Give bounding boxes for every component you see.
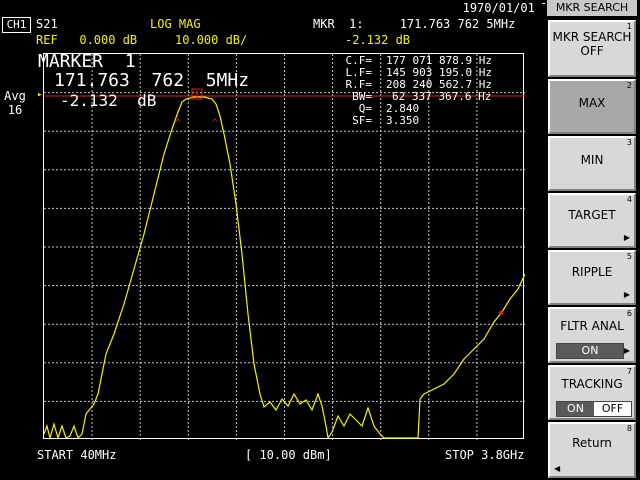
tracking-button[interactable]: 7 TRACKING ON OFF <box>548 365 636 420</box>
key-number: 4 <box>626 195 632 204</box>
key-number: 2 <box>626 81 632 90</box>
s-parameter-label: S21 <box>36 17 58 31</box>
svg-text:1: 1 <box>194 91 199 101</box>
filter-analysis-table: C.F= 177 071 878.9 Hz L.F= 145 903 195.0 H… <box>330 55 492 127</box>
return-button[interactable]: 8 Return ◀ <box>548 422 636 478</box>
mkr-search-off-button[interactable]: 1 MKR SEARCH OFF <box>548 20 636 77</box>
marker-box-value: -2.132 dB <box>60 91 157 110</box>
key-number: 7 <box>626 367 632 376</box>
key-label: TRACKING <box>561 377 623 391</box>
submenu-arrow-icon: ▶ <box>623 233 630 242</box>
toggle-off-option[interactable]: OFF <box>594 402 631 416</box>
start-frequency[interactable]: START 40MHz <box>37 447 116 463</box>
right-bw-marker-icon: ^ <box>212 118 218 129</box>
marker-value-readout: -2.132 dB <box>345 33 411 47</box>
key-number: 1 <box>626 22 632 31</box>
key-label: FLTR ANAL <box>560 319 624 333</box>
channel-indicator[interactable]: CH1 <box>2 17 31 33</box>
marker-header-readout: MKR 1: 171.763 762 5MHz <box>313 17 516 31</box>
back-arrow-icon: ◀ <box>554 464 561 473</box>
submenu-arrow-icon: ▶ <box>623 290 630 299</box>
max-button[interactable]: 2 MAX <box>548 79 636 134</box>
stat-row: SF= 3.350 <box>330 115 492 127</box>
marker-box-title: MARKER 1 <box>38 51 136 72</box>
key-number: 5 <box>626 252 632 261</box>
key-label: MAX <box>578 96 606 110</box>
stop-frequency[interactable]: STOP 3.8GHz <box>445 447 524 463</box>
marker-box-frequency: 171.763 762 5MHz <box>54 70 250 91</box>
key-label: RIPPLE <box>571 265 613 279</box>
tracking-toggle[interactable]: ON OFF <box>556 401 632 417</box>
key-number: 6 <box>626 309 632 318</box>
key-label: MKR SEARCH <box>552 30 632 44</box>
averaging-indicator: Avg 16 <box>3 89 27 117</box>
key-label: MIN <box>580 153 604 167</box>
min-button[interactable]: 3 MIN <box>548 136 636 191</box>
key-label: TARGET <box>568 208 616 222</box>
softkey-menu-title: MKR SEARCH <box>547 0 637 16</box>
target-button[interactable]: 4 TARGET ▶ <box>548 193 636 248</box>
scale-readout: 10.000 dB/ <box>175 33 248 47</box>
key-sublabel: OFF <box>580 44 604 58</box>
key-label: Return <box>572 436 612 450</box>
trace-plot-area[interactable]: 1 ^ ^ MARKER 1 171.763 762 5MHz -2.132 d… <box>38 52 525 440</box>
stat-key: SF= <box>352 114 372 127</box>
tracking-marker <box>498 310 504 316</box>
submenu-arrow-icon: ▶ <box>623 346 630 355</box>
avg-count: 16 <box>7 103 23 117</box>
toggle-on-state: ON <box>557 344 623 358</box>
stat-value: 3.350 <box>386 114 420 127</box>
filter-analysis-toggle[interactable]: ON <box>556 343 624 359</box>
ripple-button[interactable]: 5 RIPPLE ▶ <box>548 250 636 305</box>
reference-level: REF 0.000 dB <box>36 33 138 47</box>
filter-analysis-button[interactable]: 6 FLTR ANAL ON ▶ <box>548 307 636 363</box>
format-label: LOG MAG <box>150 17 201 31</box>
avg-label: Avg <box>4 89 26 103</box>
toggle-on-option[interactable]: ON <box>557 402 594 416</box>
key-number: 3 <box>626 138 632 147</box>
power-level[interactable]: [ 10.00 dBm] <box>245 447 332 463</box>
key-number: 8 <box>626 424 632 433</box>
reference-pointer-icon: ▸ <box>37 90 43 100</box>
left-bw-marker-icon: ^ <box>175 118 181 129</box>
